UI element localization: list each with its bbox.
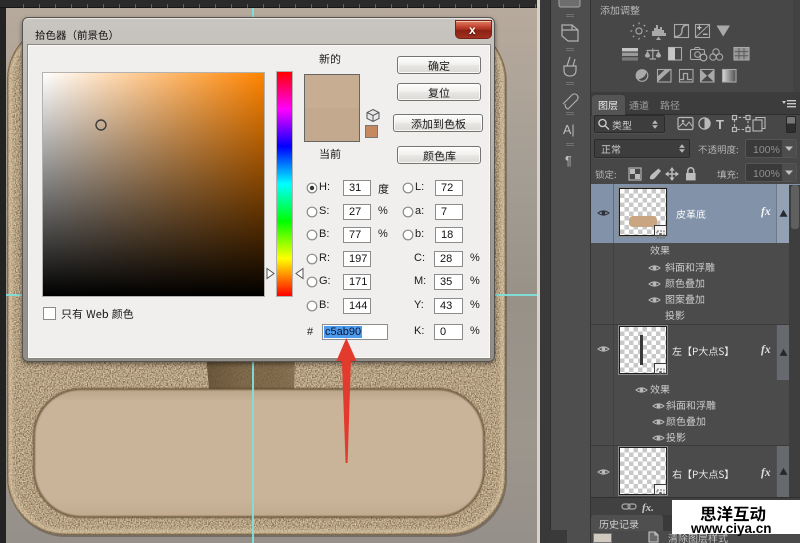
svg-text:fx.: fx.: [642, 502, 654, 513]
svg-text:¶: ¶: [565, 154, 572, 168]
svg-text:A|: A|: [563, 123, 575, 137]
svg-text:T: T: [716, 117, 724, 132]
